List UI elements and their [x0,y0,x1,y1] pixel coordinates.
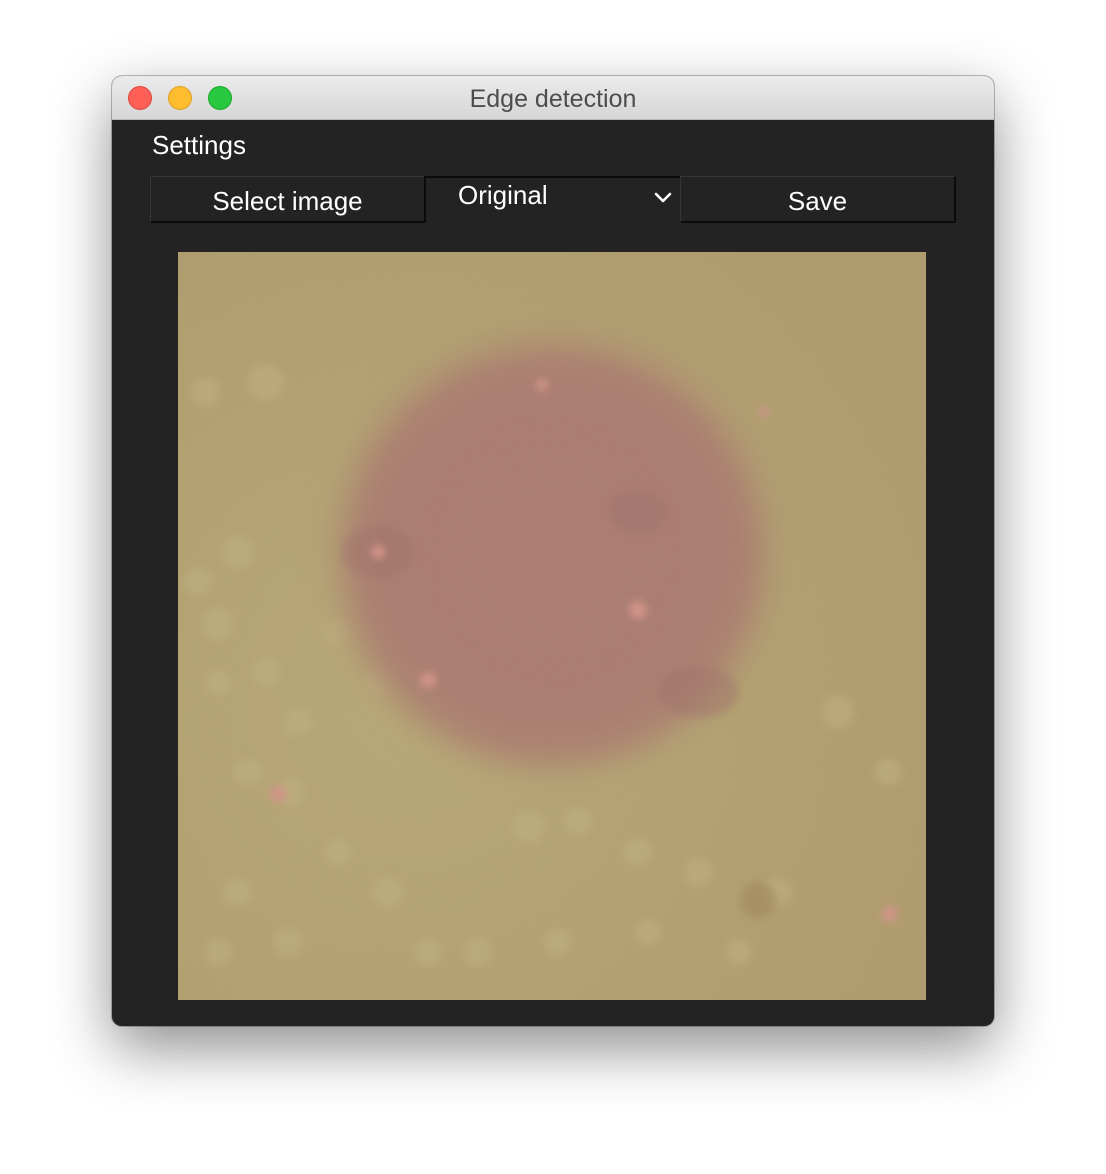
microscope-image [178,252,926,1000]
mode-dropdown[interactable]: Original [424,176,680,216]
window-content: Settings Select image Original Save [112,120,994,1026]
chevron-down-icon [654,192,672,203]
window-title: Edge detection [469,85,637,113]
title-bar[interactable]: Edge detection [112,76,994,120]
save-button[interactable]: Save [680,176,956,223]
image-preview [178,252,926,1000]
select-image-button[interactable]: Select image [150,176,426,223]
settings-menu[interactable]: Settings [152,128,246,162]
app-window: Edge detection Settings Select image Ori… [112,76,994,1026]
mode-dropdown-value: Original [458,180,548,210]
